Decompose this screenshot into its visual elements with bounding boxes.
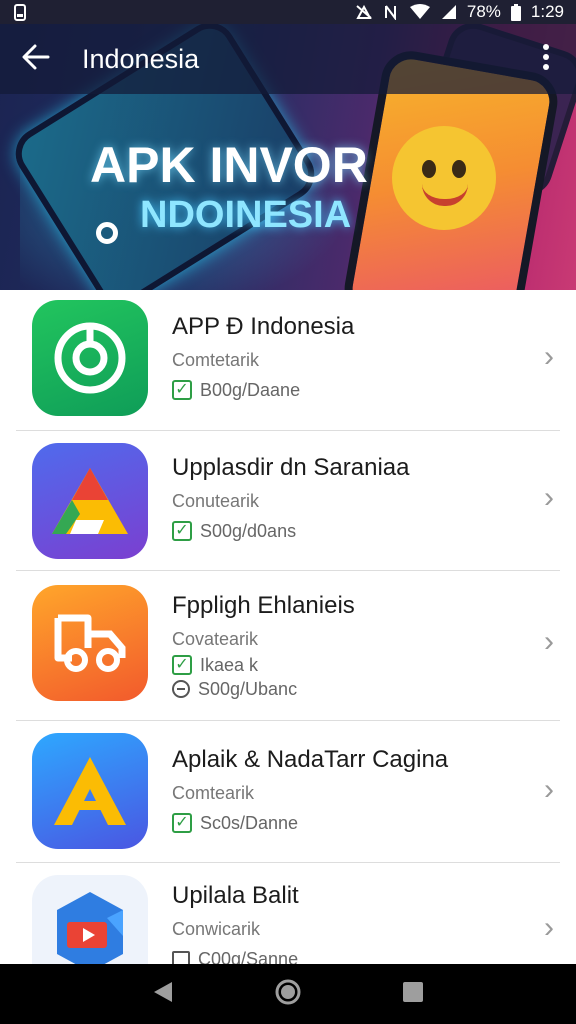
- app-name: Upplasdir dn Saraniaa: [172, 454, 410, 481]
- list-item[interactable]: APP Ð Indonesia Comtetarik ✓ B00g/Daane …: [0, 290, 576, 431]
- hero-dot-icon: [96, 222, 118, 244]
- status-bar: 78% 1:29: [0, 0, 576, 24]
- app-meta: C00g/Sanne: [172, 947, 516, 964]
- drive-triangle-app-icon: [32, 443, 148, 559]
- check-icon: ✓: [172, 813, 192, 833]
- app-subtitle: Conutearik: [172, 491, 260, 511]
- nav-back-button[interactable]: [143, 974, 183, 1014]
- check-icon: ✓: [172, 380, 192, 400]
- app-meta: ✓ Ikaea k: [172, 653, 516, 677]
- app-meta-text: Ikaea k: [200, 655, 259, 675]
- notification-icon: [355, 4, 373, 20]
- check-icon: ✓: [172, 655, 192, 675]
- app-name: Upilala Balit: [172, 882, 299, 909]
- app-meta: ✓ Sc0s/Danne: [172, 811, 516, 835]
- app-meta: S00g/Ubanc: [172, 677, 516, 701]
- app-meta-text: S00g/Ubanc: [198, 679, 298, 699]
- app-meta-text: C00g/Sanne: [198, 949, 299, 964]
- system-nav-bar: [0, 964, 576, 1024]
- hero-title: APK INVOR: [90, 137, 368, 193]
- overflow-menu-button[interactable]: [516, 24, 576, 94]
- list-item[interactable]: Fppligh Ehlanieis Covatearik ✓ Ikaea k S…: [0, 571, 576, 721]
- app-subtitle: Comtetarik: [172, 350, 260, 370]
- chevron-right-icon: ›: [544, 340, 554, 373]
- app-meta-text: S00g/d0ans: [200, 521, 297, 541]
- nfc-icon: [383, 4, 399, 20]
- app-subtitle: Covatearik: [172, 629, 259, 649]
- more-vert-icon: [542, 43, 550, 75]
- check-icon: ✓: [172, 521, 192, 541]
- video-app-icon: [32, 875, 148, 964]
- app-meta: ✓ B00g/Daane: [172, 378, 516, 402]
- nav-home-button[interactable]: [268, 974, 308, 1014]
- hero-subtitle: NDOINESIA: [140, 194, 352, 236]
- signal-icon: [441, 4, 457, 20]
- battery-text: 78%: [466, 2, 501, 21]
- nav-recents-icon: [402, 981, 424, 1008]
- app-name: Fppligh Ehlanieis: [172, 592, 355, 619]
- chevron-right-icon: ›: [544, 625, 554, 658]
- page-title: Indonesia: [82, 43, 200, 74]
- battery-icon: [510, 3, 521, 21]
- chevron-right-icon: ›: [544, 481, 554, 514]
- phone-icon: [14, 3, 26, 21]
- app-meta-text: B00g/Daane: [200, 380, 301, 400]
- app-subtitle: Conwicarik: [172, 919, 261, 939]
- app-meta-text: Sc0s/Danne: [200, 813, 299, 833]
- orange-truck-app-icon: [32, 585, 148, 701]
- app-name: APP Ð Indonesia: [172, 313, 355, 340]
- nav-back-icon: [152, 980, 174, 1009]
- app-bar: Indonesia: [0, 24, 576, 94]
- app-meta: ✓ S00g/d0ans: [172, 519, 516, 543]
- chevron-right-icon: ›: [544, 911, 554, 944]
- clock-icon: [172, 680, 190, 698]
- nav-recents-button[interactable]: [393, 974, 433, 1014]
- box-icon: [172, 951, 190, 964]
- nav-home-icon: [274, 978, 302, 1011]
- arrow-left-icon: [22, 44, 50, 75]
- blue-a-app-icon: [32, 733, 148, 849]
- list-item[interactable]: Upilala Balit Conwicarik C00g/Sanne ›: [0, 863, 576, 964]
- list-item[interactable]: Aplaik & NadaTarr Cagina Comtearik ✓ Sc0…: [0, 721, 576, 863]
- green-target-app-icon: [32, 300, 148, 416]
- mascot-icon: [392, 126, 496, 230]
- wifi-icon: [409, 4, 431, 20]
- app-subtitle: Comtearik: [172, 783, 255, 803]
- app-name: Aplaik & NadaTarr Cagina: [172, 746, 449, 773]
- clock-time: 1:29: [530, 2, 564, 21]
- back-button[interactable]: [0, 24, 72, 94]
- app-list: APP Ð Indonesia Comtetarik ✓ B00g/Daane …: [0, 290, 576, 964]
- chevron-right-icon: ›: [544, 773, 554, 806]
- list-item[interactable]: Upplasdir dn Saraniaa Conutearik ✓ S00g/…: [0, 431, 576, 571]
